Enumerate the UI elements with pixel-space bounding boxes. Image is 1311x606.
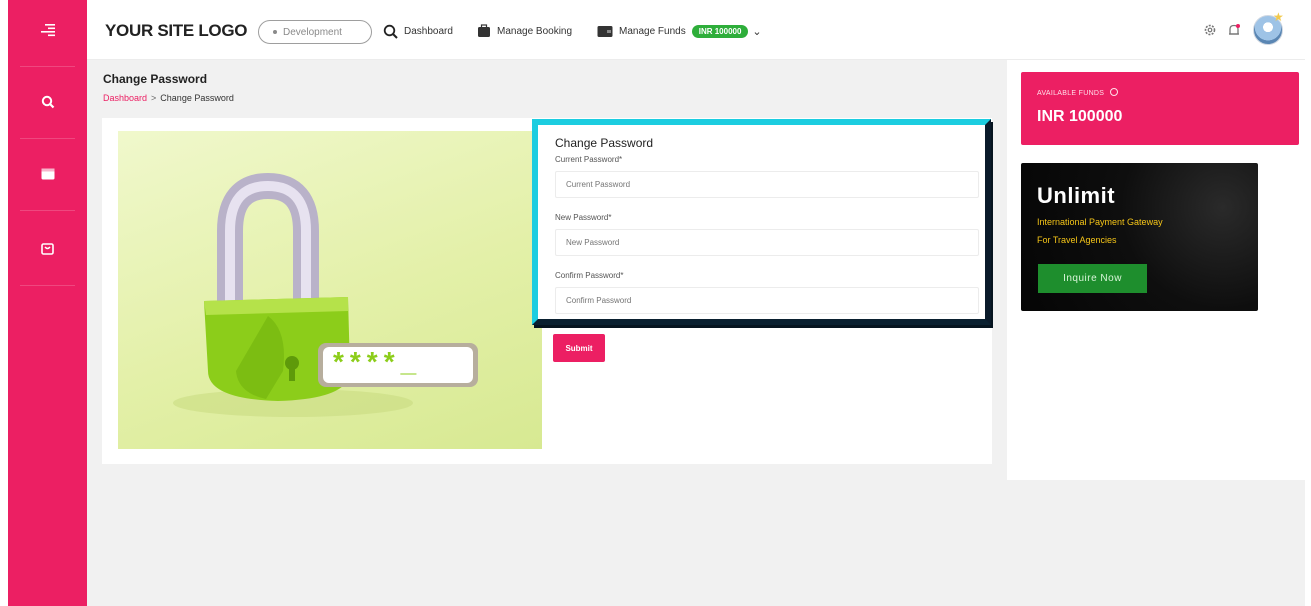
app-frame: YOUR SITE LOGO Development Dashboard Man… (0, 0, 1311, 606)
top-bar: YOUR SITE LOGO Development Dashboard Man… (87, 0, 1305, 60)
sidebar-divider (20, 66, 75, 67)
available-funds-value: INR 100000 (1037, 108, 1123, 125)
window-icon (41, 168, 54, 180)
notifications-button[interactable] (1226, 20, 1242, 40)
available-funds-label-text: AVAILABLE FUNDS (1037, 90, 1105, 97)
breadcrumb: Dashboard > Change Password (103, 93, 234, 103)
current-password-input[interactable] (555, 171, 979, 198)
settings-button[interactable] (1202, 20, 1218, 40)
change-password-form: Change Password Current Password* New Pa… (532, 119, 991, 325)
nav-dashboard-label: Dashboard (404, 25, 453, 37)
available-funds-card: AVAILABLE FUNDS INR 100000 (1021, 72, 1299, 145)
breadcrumb-separator: > (151, 93, 157, 103)
funds-badge: INR 100000 (691, 24, 749, 38)
breadcrumb-dashboard-link[interactable]: Dashboard (103, 93, 147, 103)
promo-brand: Unlimit (1037, 183, 1116, 208)
sidebar-funds-button[interactable] (8, 218, 87, 278)
submit-button[interactable]: Submit (553, 334, 605, 362)
sidebar-search-button[interactable] (8, 72, 87, 132)
breadcrumb-current: Change Password (160, 93, 234, 103)
sidebar-divider (20, 210, 75, 211)
bell-icon (1229, 24, 1240, 35)
wallet-icon (597, 25, 613, 37)
change-password-card: ****_ Change Password Current Password* … (102, 118, 992, 464)
environment-dot (273, 30, 277, 34)
sidebar-bookings-button[interactable] (8, 144, 87, 204)
star-icon: ★ (1273, 10, 1284, 24)
available-funds-label: AVAILABLE FUNDS (1037, 88, 1118, 97)
promo-line-2: For Travel Agencies (1037, 235, 1117, 245)
current-password-label: Current Password* (555, 155, 623, 164)
new-password-label: New Password* (555, 213, 612, 222)
inquire-now-button[interactable]: Inquire Now (1038, 264, 1147, 293)
padlock-graphic (173, 172, 478, 417)
search-icon (41, 95, 54, 109)
nav-manage-booking-label: Manage Booking (497, 25, 573, 37)
confirm-password-input[interactable] (555, 287, 979, 314)
new-password-input[interactable] (555, 229, 979, 256)
settings-icon (1204, 24, 1216, 36)
masked-password-text: ****_ (333, 346, 423, 377)
sidebar-divider (20, 138, 75, 139)
page-title: Change Password (103, 72, 208, 86)
environment-selector[interactable]: Development (258, 20, 372, 44)
promo-line-1: International Payment Gateway (1037, 217, 1163, 227)
nav-dashboard[interactable]: Dashboard (383, 20, 453, 42)
sidebar-divider (20, 285, 75, 286)
nav-manage-funds-label: Manage Funds (619, 25, 686, 37)
bag-icon (41, 242, 54, 255)
form-title: Change Password (555, 136, 654, 150)
padlock-illustration: ****_ (118, 131, 542, 449)
nav-manage-funds[interactable]: Manage Funds INR 100000 ⌄ (597, 20, 762, 42)
magnifier-icon (383, 24, 398, 39)
briefcase-icon (478, 24, 490, 37)
menu-toggle-button[interactable] (8, 0, 87, 60)
info-icon[interactable] (1109, 88, 1118, 96)
environment-label: Development (283, 26, 342, 38)
right-panel: AVAILABLE FUNDS INR 100000 Unlimit Inter… (1007, 60, 1305, 480)
sidebar (8, 0, 87, 606)
main-content: Change Password Dashboard > Change Passwor… (87, 60, 1305, 606)
site-logo[interactable]: YOUR SITE LOGO (105, 21, 248, 41)
chevron-down-icon[interactable]: ⌄ (752, 25, 761, 38)
confirm-password-label: Confirm Password* (555, 271, 624, 280)
promo-banner[interactable]: Unlimit International Payment Gateway Fo… (1021, 163, 1258, 311)
menu-icon (40, 24, 55, 37)
nav-manage-booking[interactable]: Manage Booking (477, 20, 572, 42)
